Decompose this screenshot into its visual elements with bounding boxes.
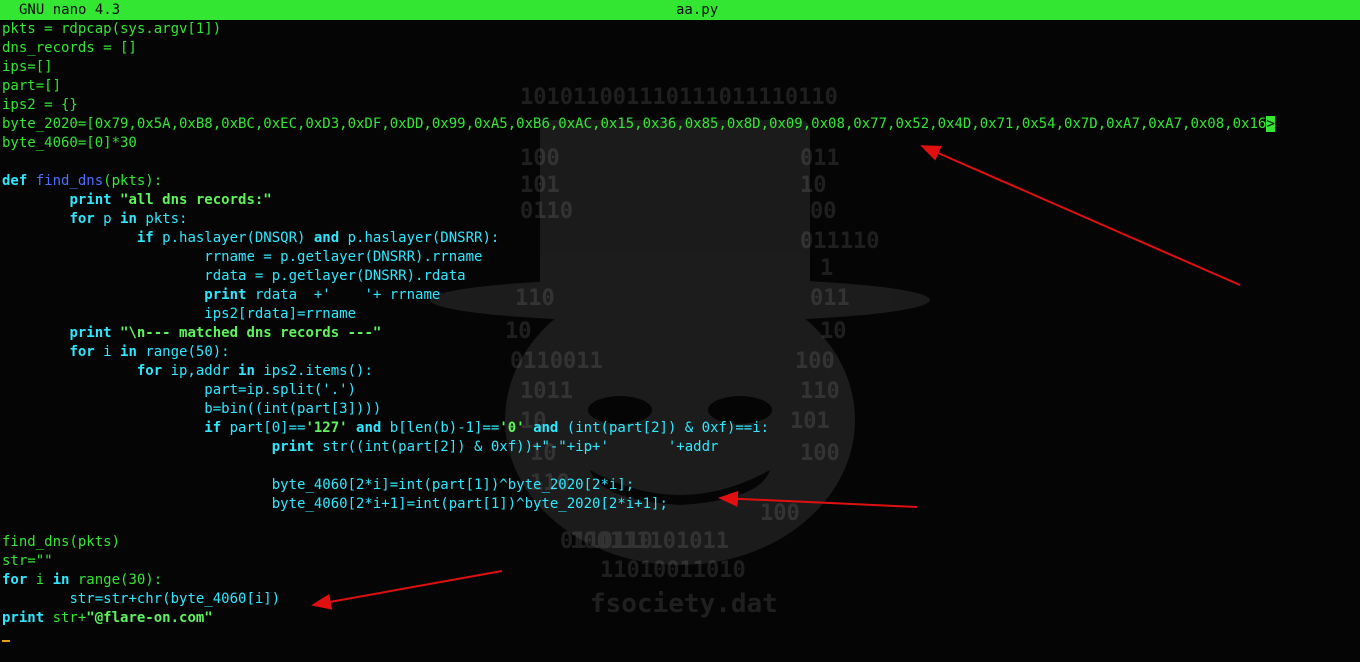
- terminal-screen[interactable]: 101011001110111011110110 100 011 101 10 0110 0…: [0, 0, 1360, 662]
- red-arrow-bottom: [311, 570, 503, 610]
- annotation-arrows: [311, 145, 1241, 610]
- red-arrow-top: [920, 145, 1241, 286]
- red-arrow-middle: [718, 490, 918, 508]
